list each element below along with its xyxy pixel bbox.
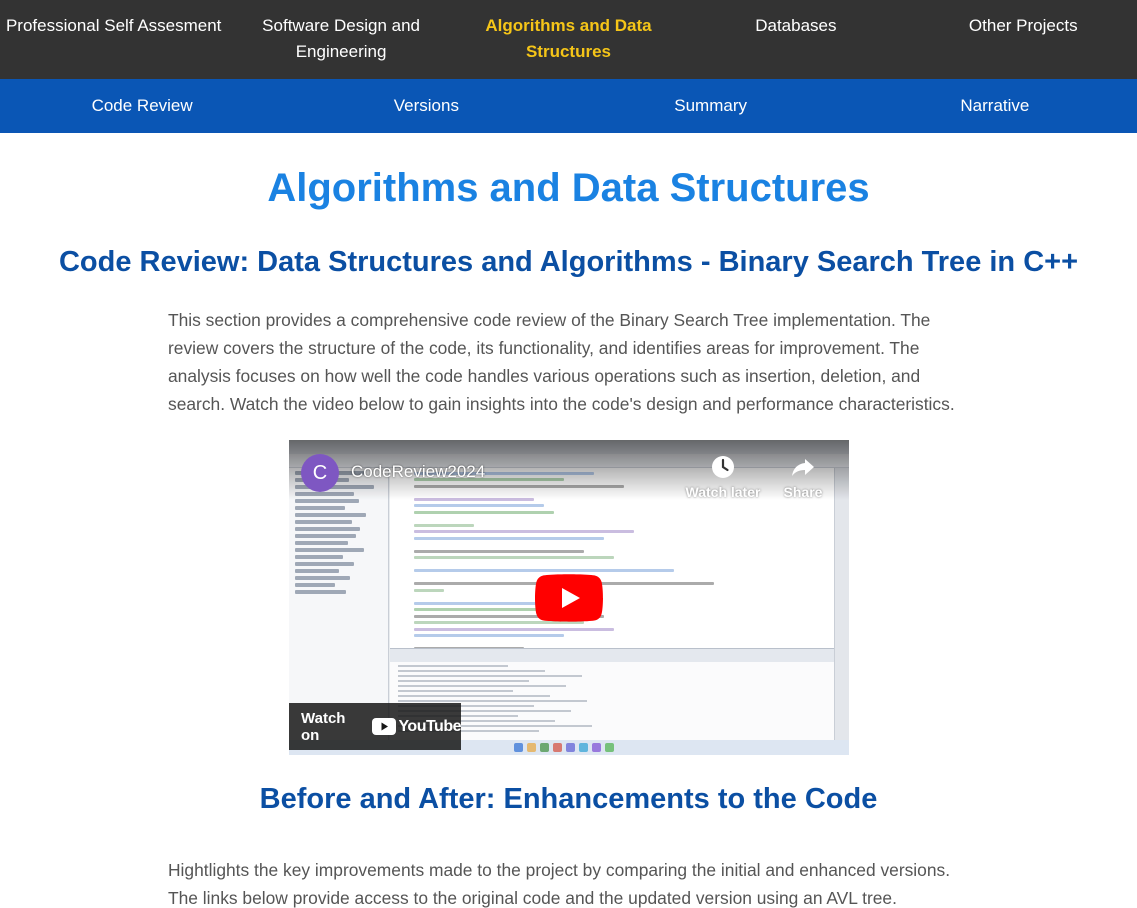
explorer-tree-line bbox=[295, 506, 345, 510]
code-review-paragraph: This section provides a comprehensive co… bbox=[168, 310, 955, 414]
nav-item-software-design[interactable]: Software Design and Engineering bbox=[227, 0, 454, 65]
explorer-tree-line bbox=[295, 569, 339, 573]
share-button[interactable]: Share bbox=[763, 454, 843, 500]
code-line bbox=[414, 504, 544, 507]
video-embed[interactable]: C CodeReview2024 Watch later Share Watch… bbox=[289, 440, 849, 755]
before-after-heading: Before and After: Enhancements to the Co… bbox=[259, 783, 878, 815]
explorer-tree-line bbox=[295, 520, 353, 524]
taskbar-app-icon bbox=[579, 743, 588, 752]
code-line bbox=[414, 634, 564, 637]
code-line bbox=[414, 601, 544, 605]
nav-item-self-assessment[interactable]: Professional Self Assesment bbox=[0, 0, 227, 39]
code-line bbox=[414, 510, 554, 514]
top-nav: Professional Self Assesment Software Des… bbox=[0, 0, 1137, 79]
code-review-heading: Code Review: Data Structures and Algorit… bbox=[58, 246, 1079, 278]
watch-on-youtube-button[interactable]: Watch on YouTube bbox=[289, 703, 461, 750]
code-line bbox=[414, 627, 614, 631]
explorer-tree-line bbox=[295, 541, 349, 545]
channel-avatar[interactable]: C bbox=[301, 454, 339, 492]
taskbar-app-icon bbox=[566, 743, 575, 752]
main-content: Algorithms and Data Structures Code Revi… bbox=[0, 165, 1137, 908]
taskbar-app-icon bbox=[592, 743, 601, 752]
output-line bbox=[398, 695, 550, 697]
taskbar-app-icon bbox=[540, 743, 549, 752]
play-icon bbox=[535, 574, 603, 622]
subnav-item-narrative[interactable]: Narrative bbox=[853, 96, 1137, 116]
output-line bbox=[398, 700, 587, 702]
page-title: Algorithms and Data Structures bbox=[267, 166, 870, 210]
output-line bbox=[398, 690, 513, 692]
code-line bbox=[414, 536, 604, 540]
explorer-tree-line bbox=[295, 534, 357, 538]
code-line bbox=[414, 556, 614, 559]
subnav-item-summary[interactable]: Summary bbox=[569, 96, 853, 116]
youtube-wordmark: YouTube bbox=[398, 717, 461, 735]
taskbar-app-icon bbox=[527, 743, 536, 752]
subnav-item-code-review[interactable]: Code Review bbox=[0, 96, 284, 116]
code-line bbox=[414, 549, 584, 553]
before-after-paragraph: Hightlights the key improvements made to… bbox=[168, 860, 951, 908]
taskbar-app-icon bbox=[605, 743, 614, 752]
explorer-tree-line bbox=[295, 576, 351, 580]
explorer-tree-line bbox=[295, 513, 367, 517]
video-thumbnail-scrollbar bbox=[834, 468, 849, 740]
youtube-icon bbox=[372, 718, 397, 735]
watch-later-button[interactable]: Watch later bbox=[683, 454, 763, 500]
output-line bbox=[398, 670, 545, 672]
watch-on-label: Watch on bbox=[301, 709, 346, 744]
code-line bbox=[414, 523, 474, 527]
nav-item-other-projects[interactable]: Other Projects bbox=[910, 0, 1137, 39]
output-line bbox=[398, 685, 566, 687]
explorer-tree-line bbox=[295, 555, 343, 559]
taskbar-app-icon bbox=[553, 743, 562, 752]
share-icon bbox=[763, 454, 843, 480]
video-title[interactable]: CodeReview2024 bbox=[351, 462, 485, 482]
explorer-tree-line bbox=[295, 527, 361, 531]
play-button[interactable] bbox=[535, 574, 603, 622]
explorer-tree-line bbox=[295, 548, 365, 552]
watch-later-label: Watch later bbox=[685, 484, 761, 500]
video-thumbnail-explorer bbox=[289, 468, 389, 740]
output-line bbox=[398, 680, 529, 682]
clock-icon bbox=[683, 454, 763, 480]
code-line bbox=[414, 530, 634, 533]
subnav-item-versions[interactable]: Versions bbox=[284, 96, 568, 116]
output-line bbox=[398, 675, 582, 677]
taskbar-app-icon bbox=[514, 743, 523, 752]
code-line bbox=[414, 588, 444, 592]
code-line bbox=[414, 569, 674, 572]
nav-item-databases[interactable]: Databases bbox=[682, 0, 909, 39]
sub-nav: Code Review Versions Summary Narrative bbox=[0, 79, 1137, 133]
explorer-tree-line bbox=[295, 562, 355, 566]
youtube-logo: YouTube bbox=[372, 718, 461, 736]
output-line bbox=[398, 665, 508, 667]
nav-item-algorithms[interactable]: Algorithms and Data Structures bbox=[455, 0, 682, 65]
explorer-tree-line bbox=[295, 590, 347, 594]
share-label: Share bbox=[783, 484, 823, 500]
explorer-tree-line bbox=[295, 583, 335, 587]
video-thumbnail-output-header bbox=[390, 648, 834, 662]
